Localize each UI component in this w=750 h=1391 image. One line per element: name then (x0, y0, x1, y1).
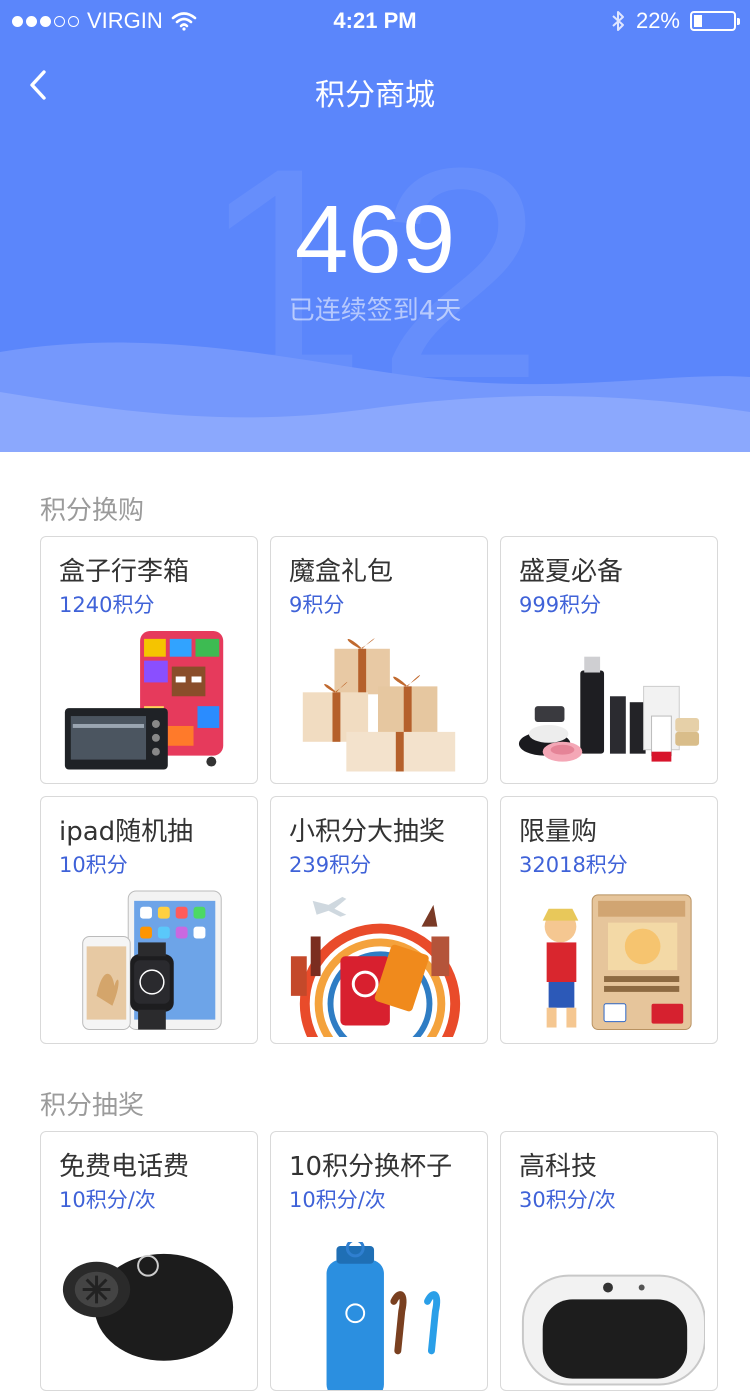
luggage-and-oven-image (64, 630, 224, 770)
wave-decoration (0, 342, 750, 452)
battery-level (694, 15, 702, 27)
lottery-card-cup[interactable]: 10积分换杯子 10积分/次 (270, 1131, 488, 1391)
product-price: 999积分 (519, 593, 602, 617)
product-card-gift-box[interactable]: 魔盒礼包 9积分 (270, 536, 488, 784)
section-title-lottery: 积分抽奖 (40, 1091, 145, 1121)
product-card-luggage[interactable]: 盒子行李箱 1240积分 (40, 536, 258, 784)
lottery-card-tech[interactable]: 高科技 30积分/次 (500, 1131, 718, 1391)
speaker-image (62, 1253, 234, 1361)
battery-icon (690, 11, 740, 31)
product-name: 盛夏必备 (519, 557, 624, 587)
product-price: 10积分/次 (289, 1188, 386, 1212)
product-name: ipad随机抽 (59, 817, 194, 847)
one-piece-card-image (542, 894, 692, 1030)
product-card-summer[interactable]: 盛夏必备 999积分 (500, 536, 718, 784)
cosmetics-image (518, 656, 700, 762)
product-name: 限量购 (519, 817, 598, 847)
product-card-limited[interactable]: 限量购 32018积分 (500, 796, 718, 1044)
battery-percent: 22% (635, 8, 680, 33)
product-name: 盒子行李箱 (59, 557, 190, 587)
product-card-lottery[interactable]: 小积分大抽奖 239积分 (270, 796, 488, 1044)
product-price: 10积分/次 (59, 1188, 156, 1212)
travel-passport-image (290, 896, 461, 1038)
product-price: 30积分/次 (519, 1188, 616, 1212)
bluetooth-icon (612, 11, 624, 31)
blue-bottle-image (326, 1242, 441, 1390)
checkin-streak: 已连续签到4天 (288, 296, 462, 326)
product-card-ipad[interactable]: ipad随机抽 10积分 (40, 796, 258, 1044)
product-name: 免费电话费 (59, 1152, 190, 1182)
section-title-exchange: 积分换购 (40, 496, 145, 526)
tech-device-image (521, 1274, 705, 1386)
product-name: 小积分大抽奖 (289, 817, 446, 847)
product-price: 10积分 (59, 853, 128, 877)
product-name: 魔盒礼包 (289, 557, 394, 587)
page-title: 积分商城 (315, 78, 435, 113)
product-price: 239积分 (289, 853, 372, 877)
product-price: 1240积分 (59, 593, 155, 617)
product-price: 32018积分 (519, 853, 628, 877)
product-name: 高科技 (519, 1152, 598, 1182)
points-total: 469 (294, 186, 456, 293)
lottery-card-phone-credit[interactable]: 免费电话费 10积分/次 (40, 1131, 258, 1391)
status-bar: VIRGIN 4:21 PM 22% (0, 0, 750, 40)
apple-devices-image (82, 890, 222, 1030)
status-right: 22% (610, 8, 740, 34)
product-price: 9积分 (289, 593, 345, 617)
product-name: 10积分换杯子 (289, 1152, 453, 1182)
header-banner: 12 VIRGIN 4:21 PM 22% 积分商城 469 已连续签到4天 (0, 0, 750, 452)
gift-boxes-image (302, 638, 456, 772)
